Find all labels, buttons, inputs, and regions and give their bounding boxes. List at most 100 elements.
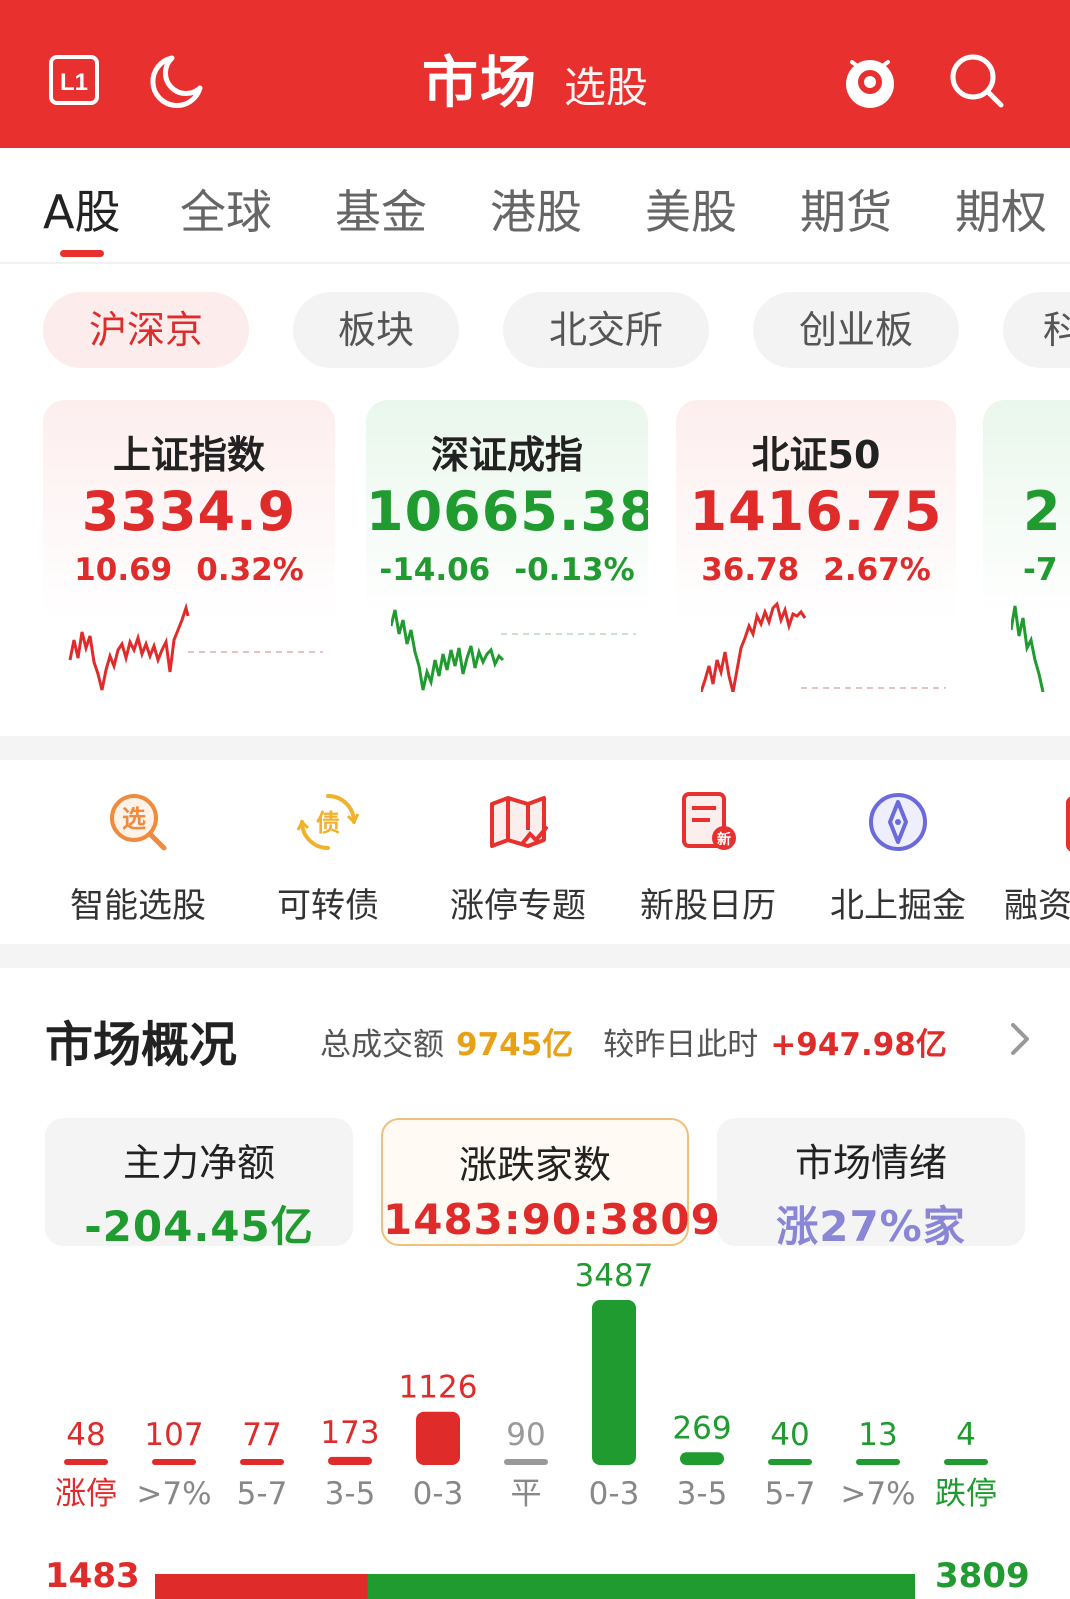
- box-advance-decline[interactable]: 涨跌家数 1483:90:3809: [381, 1118, 721, 1246]
- ratio-bar-down: [367, 1574, 915, 1599]
- page-subtitle-tab[interactable]: 选股: [564, 63, 648, 112]
- tool-ipo-calendar[interactable]: 新 新股日历: [618, 790, 798, 927]
- category-label: >7%: [136, 1476, 211, 1512]
- pill-sector[interactable]: 板块: [293, 292, 459, 368]
- ratio-bar: [155, 1574, 915, 1599]
- sub-market-pills: 沪深京 板块 北交所 创业板 科: [0, 292, 1070, 372]
- sse-sparkline: [68, 602, 323, 691]
- tool-margin-finance[interactable]: 融资: [998, 790, 1070, 927]
- index-value: 10665.38: [366, 480, 648, 543]
- chart-bar: [64, 1459, 108, 1465]
- category-label: 涨停: [55, 1476, 117, 1512]
- index-value: 1416.75: [689, 480, 943, 543]
- index-change: -14.06 -0.13%: [366, 552, 648, 588]
- index-value: 3334.9: [81, 480, 297, 543]
- market-tabs: A股 全球 基金 港股 美股 期货 期权: [0, 150, 1070, 264]
- chart-bar: [328, 1456, 372, 1465]
- chart-bar: [504, 1459, 548, 1465]
- chevron-right-icon[interactable]: [1005, 1019, 1035, 1059]
- box-value: 1483:90:3809: [383, 1195, 721, 1244]
- index-card-sse[interactable]: 上证指数 3334.9 10.69 0.32%: [43, 400, 335, 692]
- tab-a-share[interactable]: A股: [43, 176, 120, 242]
- category-label: 5-7: [237, 1476, 288, 1512]
- index-card-szse[interactable]: 深证成指 10665.38 -14.06 -0.13%: [366, 400, 648, 692]
- select-icon: 选: [110, 794, 167, 851]
- index-name: 北证50: [751, 433, 881, 477]
- bar-value-label: 90: [506, 1417, 545, 1453]
- index-change-points: 10.69: [74, 552, 173, 588]
- chart-bar: [768, 1459, 812, 1465]
- compare-label: 较昨日此时: [603, 1027, 759, 1063]
- calendar-icon: 新: [682, 792, 736, 850]
- index-change: 10.69 0.32%: [43, 552, 335, 588]
- active-tab-indicator: [60, 250, 104, 257]
- index-change-pct: 0.32%: [196, 552, 304, 588]
- overview-stats: 总成交额 9745亿 较昨日此时 +947.98亿: [320, 1019, 947, 1064]
- search-icon-svg: [950, 54, 1004, 108]
- index-change-points: -14.06: [379, 552, 491, 588]
- index-card-fourth[interactable]: 2 -7: [983, 400, 1070, 692]
- index-change: 36.78 2.67%: [676, 552, 956, 588]
- category-label: 0-3: [589, 1476, 640, 1512]
- category-label: 平: [511, 1476, 542, 1512]
- tool-northbound-gold[interactable]: 北上掘金: [808, 790, 988, 927]
- chart-bar: [240, 1459, 284, 1465]
- rise-fall-distribution-chart: 48 涨停 107 >7% 77 5-7 173 3-5 1126 0-3 90 平 3487 0-3 26…: [55, 1260, 997, 1512]
- map-icon: [490, 796, 548, 848]
- tab-us-stock[interactable]: 美股: [645, 176, 737, 242]
- pill-hushenjing[interactable]: 沪深京: [43, 292, 249, 368]
- bar-value-label: 77: [242, 1417, 281, 1453]
- tab-options[interactable]: 期权: [955, 176, 1047, 242]
- tool-limit-up-topic[interactable]: 涨停专题: [428, 790, 608, 927]
- index-change-points: 36.78: [701, 552, 800, 588]
- tab-global[interactable]: 全球: [180, 176, 272, 242]
- tab-hk-stock[interactable]: 港股: [490, 176, 582, 242]
- tab-futures[interactable]: 期货: [800, 176, 892, 242]
- index-name: 深证成指: [430, 433, 583, 477]
- index-change-pct: 2.67%: [823, 552, 931, 588]
- svg-text:债: 债: [316, 809, 340, 837]
- search-icon[interactable]: [944, 48, 1008, 112]
- turnover-value: 9745亿: [456, 1027, 574, 1063]
- up-count: 1483: [45, 1560, 140, 1596]
- index-value: 2: [1023, 480, 1062, 543]
- index-change-pct: -0.13%: [514, 552, 635, 588]
- tool-label: 北上掘金: [830, 886, 966, 926]
- market-overview-header[interactable]: 市场概况 总成交额 9745亿 较昨日此时 +947.98亿: [45, 1005, 1045, 1085]
- bar-value-label: 4: [956, 1417, 976, 1453]
- tool-label: 融资: [1004, 886, 1070, 926]
- turnover-label: 总成交额: [320, 1027, 444, 1063]
- finance-icon: [1066, 796, 1070, 852]
- pill-bse[interactable]: 北交所: [503, 292, 709, 368]
- page-title[interactable]: 市场: [422, 51, 538, 116]
- pill-chinext[interactable]: 创业板: [753, 292, 959, 368]
- chart-bar: [944, 1459, 988, 1465]
- bar-value-label: 173: [320, 1415, 379, 1451]
- tool-smart-picker[interactable]: 选 智能选股: [48, 790, 228, 927]
- index-card-bse50[interactable]: 北证50 1416.75 36.78 2.67%: [676, 400, 956, 692]
- bar-value-label: 107: [144, 1417, 203, 1453]
- compass-icon: [869, 793, 927, 851]
- category-label: 3-5: [677, 1476, 728, 1512]
- tab-fund[interactable]: 基金: [335, 176, 427, 242]
- box-market-sentiment[interactable]: 市场情绪 涨27%家: [717, 1118, 1025, 1251]
- index-change: -7: [983, 552, 1070, 588]
- bar-value-label: 48: [66, 1417, 105, 1453]
- section-divider: [0, 944, 1070, 968]
- tool-label: 新股日历: [640, 886, 776, 926]
- chart-bar: [592, 1300, 636, 1465]
- box-main-net-flow[interactable]: 主力净额 -204.45亿: [45, 1118, 353, 1251]
- index-name: 上证指数: [112, 433, 265, 477]
- category-label: 3-5: [325, 1476, 376, 1512]
- mascot-icon[interactable]: [838, 48, 902, 112]
- down-count: 3809: [935, 1560, 1030, 1596]
- pill-star-market[interactable]: 科: [1003, 292, 1070, 368]
- box-label: 主力净额: [122, 1141, 275, 1185]
- tool-convertible-bond[interactable]: 债 可转债: [238, 790, 418, 927]
- index-change-points: -7: [1023, 552, 1058, 588]
- svg-text:选: 选: [122, 805, 146, 833]
- tool-label: 智能选股: [70, 886, 206, 926]
- category-label: >7%: [840, 1476, 915, 1512]
- advance-decline-summary-bar: 1483 3809: [0, 1560, 1070, 1599]
- ratio-bar-up: [155, 1574, 368, 1599]
